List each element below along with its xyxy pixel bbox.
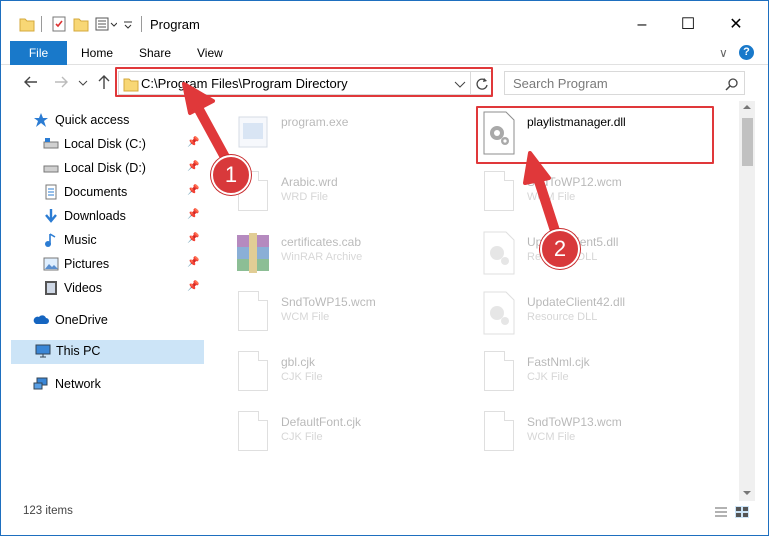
annotation-arrows [182,82,563,245]
step-1-badge: 1 [211,155,251,195]
arrow-2 [523,151,563,245]
step-2-badge: 2 [540,229,580,269]
